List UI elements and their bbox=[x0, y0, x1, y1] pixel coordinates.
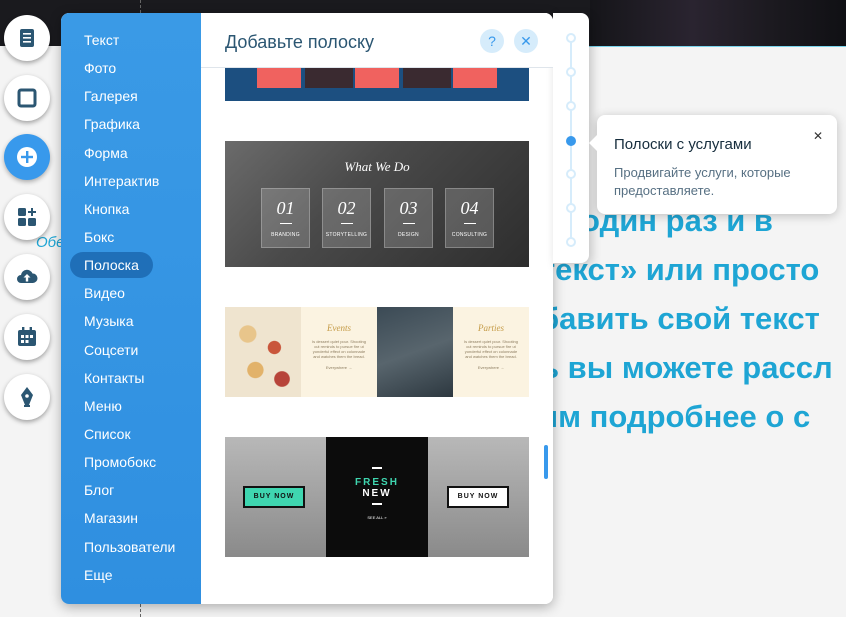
category-item-selected[interactable]: Полоска bbox=[70, 252, 153, 278]
help-icon: ? bbox=[488, 33, 496, 49]
strip-thumbnail-services[interactable]: What We Do 01 BRANDING 02 STORYTELLING 0… bbox=[225, 141, 529, 267]
panel-title: Добавьте полоску bbox=[225, 32, 375, 52]
hero-line: ям подробнее о с bbox=[540, 399, 811, 434]
service-box: 02 STORYTELLING bbox=[322, 188, 371, 248]
strip-list[interactable]: What We Do 01 BRANDING 02 STORYTELLING 0… bbox=[201, 68, 553, 604]
hero-line: ь вы можете рассл bbox=[540, 350, 833, 385]
tooltip-body: Продвигайте услуги, которые предоставляе… bbox=[614, 165, 791, 198]
category-item[interactable]: Блог bbox=[70, 477, 128, 503]
add-icon bbox=[17, 147, 37, 167]
upload-icon bbox=[17, 269, 38, 283]
category-item[interactable]: Графика bbox=[70, 111, 154, 137]
pen-nib-icon bbox=[21, 387, 33, 407]
strip-thumbnail-shop[interactable]: BUY NOW FRESH NEW SEE ALL » BUY NOW bbox=[225, 437, 529, 557]
category-item[interactable]: Пользователи bbox=[70, 534, 189, 560]
category-item[interactable]: Магазин bbox=[70, 505, 152, 531]
service-box: 03 DESIGN bbox=[384, 188, 433, 248]
food-photo bbox=[225, 307, 301, 397]
service-box: 04 CONSULTING bbox=[445, 188, 494, 248]
strip-heading: What We Do bbox=[344, 159, 410, 174]
hero-line: бавить свой текст bbox=[540, 301, 820, 336]
category-item[interactable]: Форма bbox=[70, 140, 142, 166]
app-market-button[interactable] bbox=[4, 194, 50, 240]
rail-dot[interactable] bbox=[566, 203, 576, 213]
close-icon: ✕ bbox=[520, 33, 532, 49]
section-progress-rail bbox=[553, 13, 589, 263]
hotdog-photo bbox=[377, 307, 453, 397]
pages-button[interactable] bbox=[4, 15, 50, 61]
background-icon bbox=[17, 88, 37, 108]
close-panel-button[interactable]: ✕ bbox=[514, 29, 538, 53]
category-item[interactable]: Кнопка bbox=[70, 196, 143, 222]
upload-button[interactable] bbox=[4, 254, 50, 300]
section-guide bbox=[553, 46, 846, 47]
strip-gallery: Добавьте полоску ? ✕ What We Do 01 BRAND… bbox=[201, 13, 553, 604]
buy-now-badge: BUY NOW bbox=[447, 486, 509, 508]
close-icon[interactable]: ✕ bbox=[813, 129, 823, 143]
rail-dot[interactable] bbox=[566, 33, 576, 43]
calendar-icon bbox=[18, 327, 36, 346]
fresh-new-block: FRESH NEW SEE ALL » bbox=[326, 437, 428, 557]
party-card: Parties Is dessert quiet pour. Shooting … bbox=[453, 307, 529, 397]
help-button[interactable]: ? bbox=[480, 29, 504, 53]
category-item[interactable]: Еще bbox=[70, 562, 127, 588]
rail-dot[interactable] bbox=[566, 237, 576, 247]
category-item[interactable]: Меню bbox=[70, 393, 136, 419]
scrollbar-thumb[interactable] bbox=[544, 445, 548, 479]
background-button[interactable] bbox=[4, 75, 50, 121]
rail-dot[interactable] bbox=[566, 101, 576, 111]
category-item[interactable]: Бокс bbox=[70, 224, 128, 250]
category-item[interactable]: Видео bbox=[70, 280, 139, 306]
app-market-icon bbox=[18, 208, 36, 226]
category-item[interactable]: Музыка bbox=[70, 308, 148, 334]
add-panel: Текст Фото Галерея Графика Форма Интерак… bbox=[61, 13, 553, 604]
service-box: 01 BRANDING bbox=[261, 188, 310, 248]
rail-dot-active[interactable] bbox=[566, 136, 576, 146]
category-item[interactable]: Промобокс bbox=[70, 449, 170, 475]
blog-button[interactable] bbox=[4, 374, 50, 420]
left-toolbar bbox=[0, 0, 56, 617]
strip-tooltip: Полоски с услугами Продвигайте услуги, к… bbox=[589, 115, 837, 214]
event-card: Events Is dessert quiet pour. Shooting c… bbox=[301, 307, 377, 397]
pages-icon bbox=[20, 29, 34, 47]
tooltip-title: Полоски с услугами bbox=[614, 136, 752, 153]
category-item[interactable]: Контакты bbox=[70, 365, 158, 391]
rail-dot[interactable] bbox=[566, 67, 576, 77]
bookings-button[interactable] bbox=[4, 314, 50, 360]
category-item[interactable]: Интерактив bbox=[70, 168, 173, 194]
rail-dot[interactable] bbox=[566, 169, 576, 179]
add-button[interactable] bbox=[4, 134, 50, 180]
strip-thumbnail-events[interactable]: Events Is dessert quiet pour. Shooting c… bbox=[225, 307, 529, 397]
strip-thumbnail-portfolio[interactable] bbox=[225, 68, 529, 101]
header-image bbox=[590, 0, 846, 46]
category-item[interactable]: Фото bbox=[70, 55, 130, 81]
category-item[interactable]: Список bbox=[70, 421, 145, 447]
buy-now-badge: BUY NOW bbox=[243, 486, 305, 508]
category-list: Текст Фото Галерея Графика Форма Интерак… bbox=[61, 13, 201, 604]
panel-header: Добавьте полоску ? ✕ bbox=[201, 13, 553, 68]
category-item[interactable]: Соцсети bbox=[70, 337, 152, 363]
category-item[interactable]: Галерея bbox=[70, 83, 152, 109]
category-item[interactable]: Текст bbox=[70, 27, 133, 53]
